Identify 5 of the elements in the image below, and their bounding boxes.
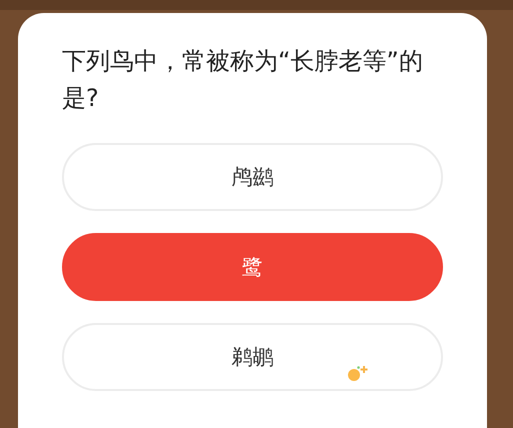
sparkle-icon — [347, 364, 369, 382]
answer-option[interactable]: 鸬鹚 — [62, 143, 443, 211]
question-text: 下列鸟中，常被称为“长脖老等”的是? — [62, 46, 424, 114]
answer-option[interactable]: 鹈鹕 — [62, 323, 443, 391]
answer-option[interactable]: 鹭 — [62, 233, 443, 301]
